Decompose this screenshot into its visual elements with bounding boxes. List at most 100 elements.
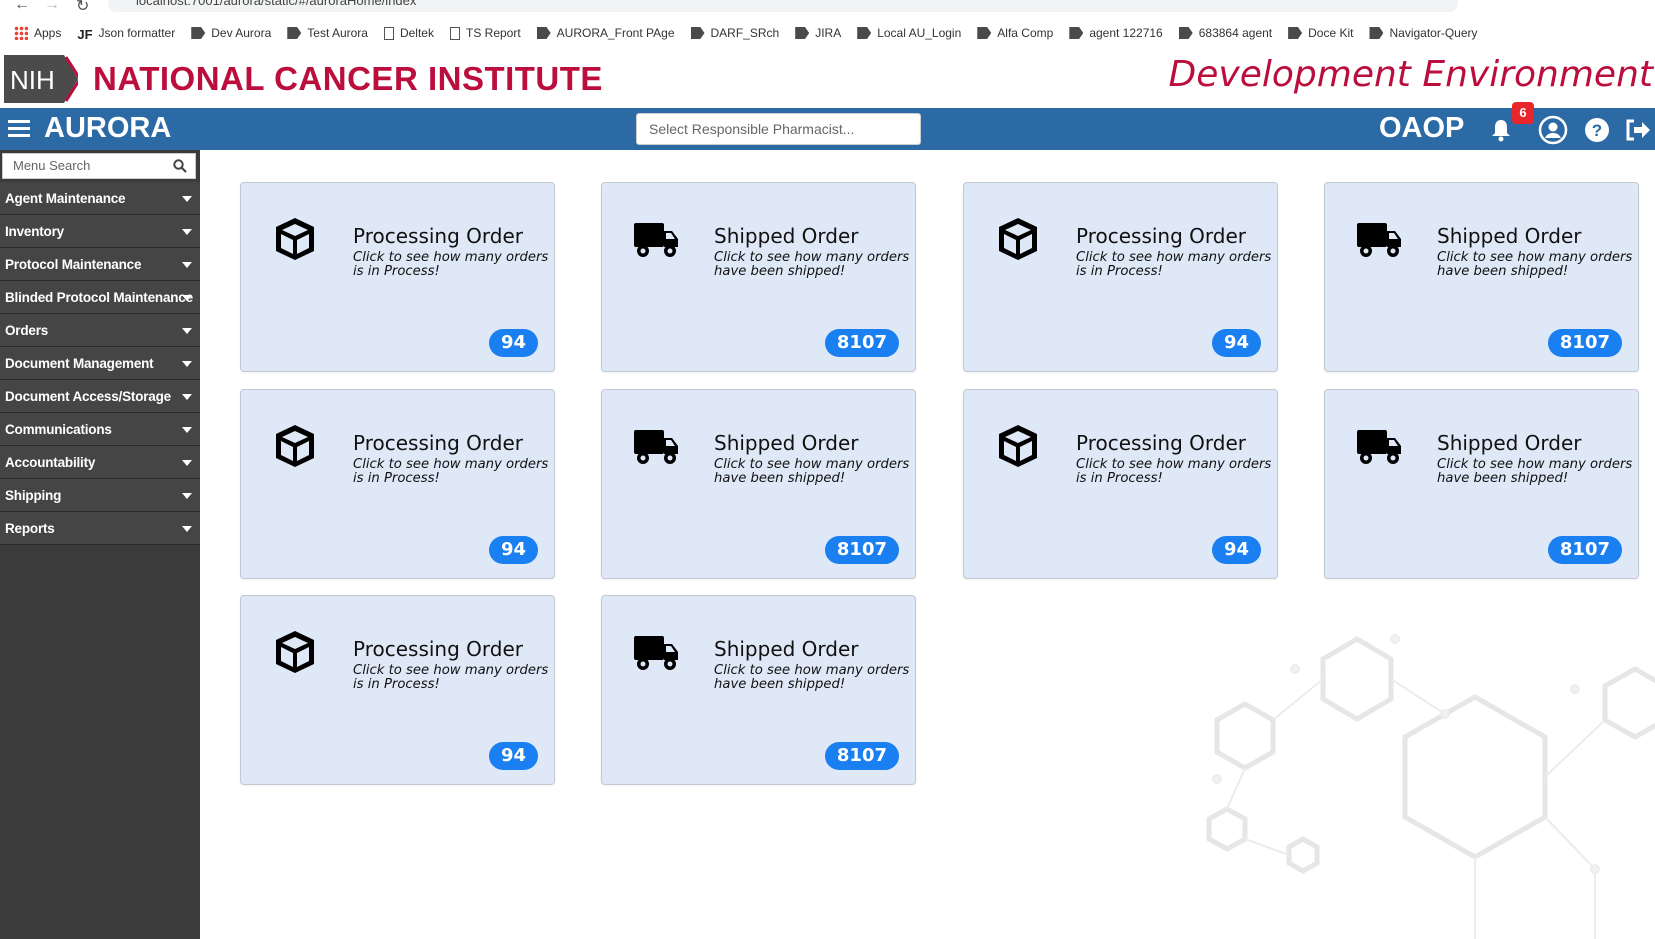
bookmark-item[interactable]: AURORA_Front PAge bbox=[536, 26, 675, 40]
sidebar-item-protocol-maintenance[interactable]: Protocol Maintenance bbox=[0, 248, 200, 281]
sidebar-item-document-access-storage[interactable]: Document Access/Storage bbox=[0, 380, 200, 413]
card-description: Click to see how many orders is in Proce… bbox=[353, 457, 549, 486]
nih-logo: NIH bbox=[4, 55, 78, 103]
address-bar[interactable]: localhost:7001/aurora/static/#/auroraHom… bbox=[108, 0, 1458, 12]
bookmark-label: Dev Aurora bbox=[211, 26, 272, 40]
jira-icon bbox=[795, 27, 810, 39]
dashboard-main: Processing Order Click to see how many or… bbox=[200, 150, 1655, 939]
sidebar-item-label: Inventory bbox=[5, 223, 64, 239]
bookmarks-bar: Apps JF Json formatter Dev Aurora Test Auror… bbox=[0, 20, 1655, 46]
back-arrow-icon[interactable]: ← bbox=[14, 0, 30, 14]
processing-order-card[interactable]: Processing Order Click to see how many or… bbox=[963, 182, 1278, 372]
bookmark-item[interactable]: Test Aurora bbox=[287, 26, 368, 40]
institute-title: NATIONAL CANCER INSTITUTE bbox=[93, 60, 603, 97]
shipped-order-card[interactable]: Shipped Order Click to see how many order… bbox=[601, 595, 916, 785]
caret-down-icon bbox=[182, 526, 192, 532]
sidebar-item-label: Protocol Maintenance bbox=[5, 256, 142, 272]
forward-arrow-icon[interactable]: → bbox=[44, 0, 60, 14]
processing-order-card[interactable]: Processing Order Click to see how many or… bbox=[963, 389, 1278, 579]
bookmark-item[interactable]: 683864 agent bbox=[1178, 26, 1273, 40]
card-description: Click to see how many orders is in Proce… bbox=[1076, 457, 1272, 486]
card-description: Click to see how many orders have been s… bbox=[714, 250, 910, 279]
count-badge[interactable]: 94 bbox=[488, 329, 538, 357]
count-badge[interactable]: 8107 bbox=[824, 536, 899, 564]
bookmark-item[interactable]: agent 122716 bbox=[1069, 26, 1163, 40]
bookmark-item[interactable]: JF Json formatter bbox=[77, 26, 175, 42]
sidebar-item-agent-maintenance[interactable]: Agent Maintenance bbox=[0, 182, 200, 215]
reload-icon[interactable]: ↻ bbox=[76, 0, 89, 16]
help-icon[interactable]: ? bbox=[1582, 115, 1612, 145]
card-title: Shipped Order bbox=[1437, 224, 1582, 248]
bookmark-item[interactable]: TS Report bbox=[449, 26, 521, 40]
count-badge[interactable]: 94 bbox=[1211, 329, 1261, 357]
bookmark-icon bbox=[287, 27, 302, 39]
shipped-order-card[interactable]: Shipped Order Click to see how many order… bbox=[601, 389, 916, 579]
sidebar-item-document-management[interactable]: Document Management bbox=[0, 347, 200, 380]
page-icon bbox=[449, 26, 460, 40]
bookmark-item[interactable]: Alfa Comp bbox=[977, 26, 1053, 40]
shipped-order-card[interactable]: Shipped Order Click to see how many order… bbox=[1324, 389, 1639, 579]
environment-label: Development Environment bbox=[1168, 54, 1653, 95]
bookmark-label: DARF_SRch bbox=[710, 26, 780, 40]
sidebar-item-communications[interactable]: Communications bbox=[0, 413, 200, 446]
sidebar-item-accountability[interactable]: Accountability bbox=[0, 446, 200, 479]
sidebar-item-shipping[interactable]: Shipping bbox=[0, 479, 200, 512]
sidebar: Menu Search Agent Maintenance Inventory Pr… bbox=[0, 150, 200, 939]
processing-order-card[interactable]: Processing Order Click to see how many or… bbox=[240, 182, 555, 372]
bookmark-item[interactable]: Navigator-Query bbox=[1369, 26, 1478, 40]
shipped-order-card[interactable]: Shipped Order Click to see how many order… bbox=[601, 182, 916, 372]
bookmark-item[interactable]: DARF_SRch bbox=[690, 26, 780, 40]
pharmacist-select[interactable]: Select Responsible Pharmacist... bbox=[636, 113, 921, 145]
sidebar-item-blinded-protocol-maintenance[interactable]: Blinded Protocol Maintenance bbox=[0, 281, 200, 314]
card-description: Click to see how many orders is in Proce… bbox=[353, 663, 549, 692]
menu-search-input[interactable]: Menu Search bbox=[2, 153, 196, 179]
box-icon bbox=[271, 422, 319, 470]
count-badge[interactable]: 94 bbox=[488, 536, 538, 564]
card-description: Click to see how many orders is in Proce… bbox=[353, 250, 549, 279]
card-description: Click to see how many orders have been s… bbox=[1437, 457, 1633, 486]
browser-address-area: ← → ↻ localhost:7001/aurora/static/#/aur… bbox=[0, 0, 1655, 16]
count-badge[interactable]: 8107 bbox=[824, 742, 899, 770]
count-badge[interactable]: 8107 bbox=[824, 329, 899, 357]
shipped-order-card[interactable]: Shipped Order Click to see how many order… bbox=[1324, 182, 1639, 372]
sidebar-item-label: Document Management bbox=[5, 355, 154, 371]
bookmark-item[interactable]: Deltek bbox=[383, 26, 434, 40]
bookmark-icon bbox=[1369, 27, 1384, 39]
search-icon[interactable] bbox=[173, 159, 187, 173]
caret-down-icon bbox=[182, 196, 192, 202]
logout-icon[interactable] bbox=[1622, 115, 1652, 145]
sidebar-item-label: Accountability bbox=[5, 454, 96, 470]
menu-search-placeholder: Menu Search bbox=[13, 158, 91, 173]
box-icon bbox=[994, 422, 1042, 470]
bookmark-item[interactable]: Apps bbox=[14, 26, 61, 40]
bookmark-item[interactable]: Doce Kit bbox=[1288, 26, 1353, 40]
count-badge[interactable]: 8107 bbox=[1547, 329, 1622, 357]
hamburger-menu-icon[interactable] bbox=[8, 120, 30, 138]
card-title: Processing Order bbox=[353, 637, 523, 661]
svg-text:NIH: NIH bbox=[10, 65, 55, 95]
bookmark-label: agent 122716 bbox=[1089, 26, 1163, 40]
card-title: Processing Order bbox=[1076, 431, 1246, 455]
count-badge[interactable]: 8107 bbox=[1547, 536, 1622, 564]
caret-down-icon bbox=[182, 394, 192, 400]
svg-text:?: ? bbox=[1592, 121, 1602, 140]
sidebar-item-reports[interactable]: Reports bbox=[0, 512, 200, 545]
bookmark-label: TS Report bbox=[465, 26, 521, 40]
bookmark-item[interactable]: Dev Aurora bbox=[191, 26, 271, 40]
card-title: Processing Order bbox=[353, 224, 523, 248]
card-title: Processing Order bbox=[1076, 224, 1246, 248]
notification-bell-icon[interactable] bbox=[1490, 118, 1512, 142]
processing-order-card[interactable]: Processing Order Click to see how many or… bbox=[240, 389, 555, 579]
bookmark-label: 683864 agent bbox=[1198, 26, 1273, 40]
app-title: AURORA bbox=[44, 112, 172, 144]
count-badge[interactable]: 94 bbox=[488, 742, 538, 770]
count-badge[interactable]: 94 bbox=[1211, 536, 1261, 564]
sidebar-item-orders[interactable]: Orders bbox=[0, 314, 200, 347]
truck-icon bbox=[632, 422, 680, 470]
processing-order-card[interactable]: Processing Order Click to see how many or… bbox=[240, 595, 555, 785]
sidebar-item-inventory[interactable]: Inventory bbox=[0, 215, 200, 248]
user-profile-icon[interactable] bbox=[1538, 115, 1568, 145]
bookmark-label: Alfa Comp bbox=[997, 26, 1054, 40]
bookmark-item[interactable]: JIRA bbox=[795, 26, 841, 40]
bookmark-item[interactable]: Local AU_Login bbox=[857, 26, 961, 40]
